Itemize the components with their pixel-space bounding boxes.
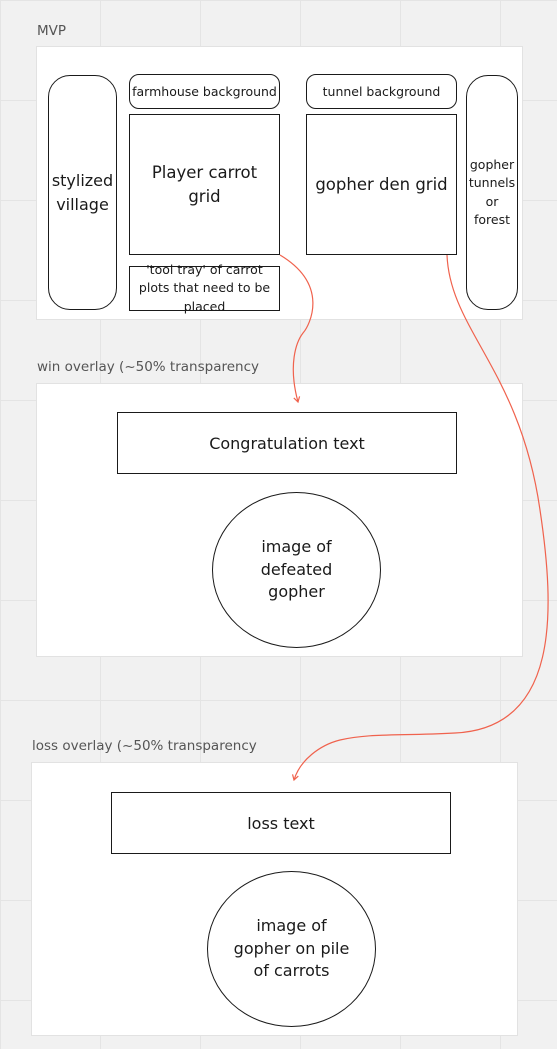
connector-to-win-overlay[interactable] <box>279 254 314 404</box>
connector-to-loss-overlay[interactable] <box>291 254 549 782</box>
connectors-layer <box>279 254 549 782</box>
